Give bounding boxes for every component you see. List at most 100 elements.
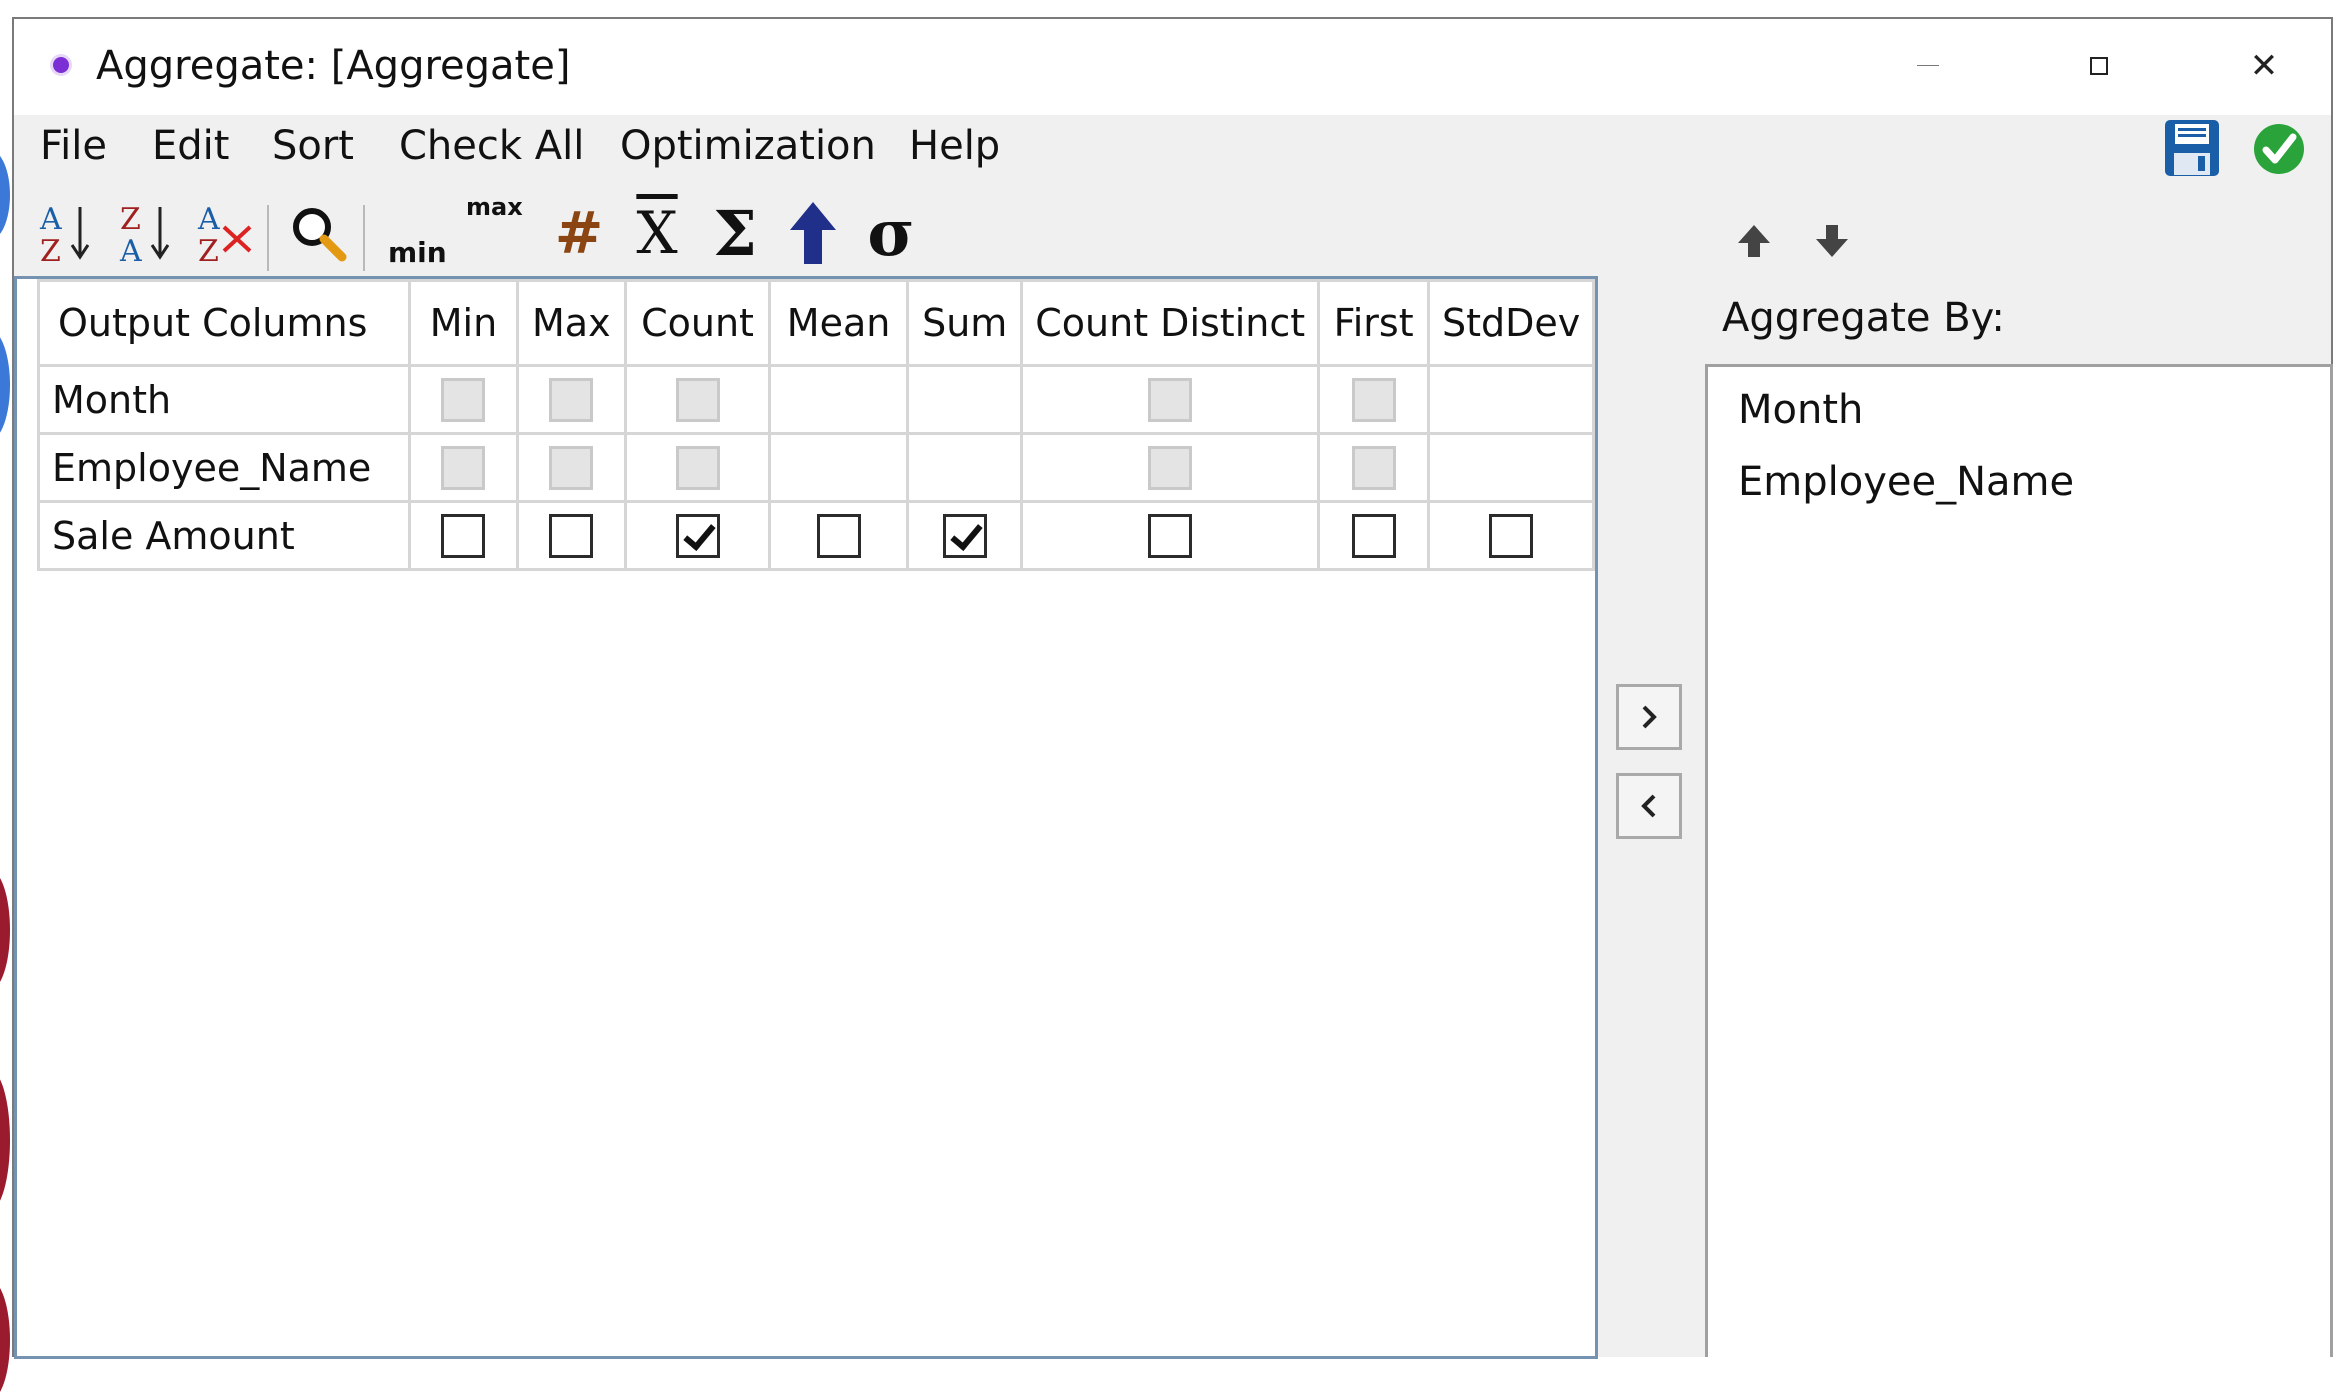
save-button[interactable] bbox=[2164, 119, 2220, 177]
cell-stddev bbox=[1427, 500, 1595, 571]
first-checkbox bbox=[1351, 377, 1396, 422]
mean-button[interactable]: X bbox=[622, 191, 692, 275]
cell-count bbox=[623, 500, 772, 571]
min-checkbox bbox=[441, 445, 486, 490]
header-first[interactable]: First bbox=[1317, 279, 1431, 367]
stddev-checkbox[interactable] bbox=[1489, 513, 1534, 558]
count-checkbox bbox=[675, 377, 720, 422]
sum-checkbox[interactable] bbox=[942, 513, 987, 558]
sum-button[interactable]: Σ bbox=[700, 191, 770, 275]
menu-help[interactable]: Help bbox=[909, 123, 1000, 169]
table-row[interactable]: Month bbox=[36, 364, 1595, 435]
first-checkbox bbox=[1351, 445, 1396, 490]
cell-min bbox=[408, 364, 519, 435]
x-bar-icon: X bbox=[636, 199, 678, 267]
search-button[interactable] bbox=[286, 191, 350, 275]
header-count-distinct[interactable]: Count Distinct bbox=[1020, 279, 1321, 367]
count-distinct-checkbox[interactable] bbox=[1148, 513, 1193, 558]
clear-sort-top: A bbox=[197, 202, 220, 237]
toolbar-separator bbox=[267, 205, 269, 271]
add-to-aggregate-by-button[interactable] bbox=[1616, 684, 1682, 750]
header-stddev[interactable]: StdDev bbox=[1427, 279, 1595, 367]
menu-bar: File Edit Sort Check All Optimization He… bbox=[14, 115, 2331, 175]
sort-az-top: A bbox=[39, 202, 62, 237]
sort-za-bottom: A bbox=[119, 234, 142, 265]
menu-sort[interactable]: Sort bbox=[272, 123, 354, 169]
aggregate-by-item-month[interactable]: Month bbox=[1738, 387, 1863, 433]
cell-mean bbox=[768, 364, 909, 435]
min-max-button[interactable]: min max bbox=[379, 191, 539, 275]
table-row[interactable]: Employee_Name bbox=[36, 432, 1595, 503]
green-check-icon bbox=[2254, 124, 2304, 174]
stddev-button[interactable]: σ bbox=[856, 191, 926, 275]
cell-count bbox=[623, 364, 772, 435]
remove-from-aggregate-by-button[interactable] bbox=[1616, 773, 1682, 839]
first-checkbox[interactable] bbox=[1351, 513, 1396, 558]
cell-mean bbox=[768, 500, 909, 571]
close-button[interactable]: ✕ bbox=[2219, 41, 2309, 91]
output-columns-grid: Output Columns Min Max Count Mean Sum Co… bbox=[14, 276, 1598, 1359]
cell-sum bbox=[905, 432, 1024, 503]
row-label: Employee_Name bbox=[36, 432, 412, 503]
sort-az-bottom: Z bbox=[40, 234, 61, 265]
sort-za-top: Z bbox=[120, 202, 141, 237]
min-checkbox[interactable] bbox=[441, 513, 486, 558]
maximize-button[interactable] bbox=[2054, 41, 2144, 91]
menu-optimization[interactable]: Optimization bbox=[620, 123, 876, 169]
menu-file[interactable]: File bbox=[40, 123, 107, 169]
move-up-button[interactable] bbox=[1732, 219, 1776, 263]
clear-sort-icon: A Z bbox=[197, 202, 252, 265]
sort-ascending-button[interactable]: A Z bbox=[34, 191, 98, 275]
row-label: Month bbox=[36, 364, 412, 435]
count-distinct-checkbox bbox=[1148, 377, 1193, 422]
aggregate-by-item-employee-name[interactable]: Employee_Name bbox=[1738, 459, 2074, 505]
chevron-left-icon bbox=[1641, 794, 1656, 818]
sigma-lower-icon: σ bbox=[867, 195, 915, 271]
sigma-icon: Σ bbox=[713, 196, 757, 270]
count-button[interactable]: # bbox=[544, 191, 614, 275]
cell-sum bbox=[905, 364, 1024, 435]
up-arrow-icon bbox=[790, 202, 836, 264]
arrow-down-icon bbox=[1816, 225, 1848, 257]
menu-check-all[interactable]: Check All bbox=[399, 123, 584, 169]
clear-sort-bottom: Z bbox=[198, 234, 219, 265]
sort-az-icon: A Z bbox=[39, 202, 90, 265]
header-sum[interactable]: Sum bbox=[905, 279, 1024, 367]
close-icon: ✕ bbox=[2249, 46, 2279, 86]
table-row[interactable]: Sale Amount bbox=[36, 500, 1595, 571]
hash-icon: # bbox=[554, 199, 604, 267]
app-icon bbox=[53, 57, 69, 73]
max-checkbox bbox=[549, 377, 594, 422]
cell-count-distinct bbox=[1020, 432, 1321, 503]
header-count[interactable]: Count bbox=[623, 279, 772, 367]
clear-sort-button[interactable]: A Z bbox=[192, 191, 256, 275]
header-min[interactable]: Min bbox=[408, 279, 519, 367]
menu-edit[interactable]: Edit bbox=[152, 123, 229, 169]
header-output-columns[interactable]: Output Columns bbox=[36, 279, 412, 367]
move-down-button[interactable] bbox=[1810, 219, 1854, 263]
first-button[interactable] bbox=[778, 191, 848, 275]
cell-sum bbox=[905, 500, 1024, 571]
row-label: Sale Amount bbox=[36, 500, 412, 571]
cell-first bbox=[1317, 432, 1431, 503]
grid-body: Month Employee_Name Sale Amount bbox=[36, 364, 1595, 571]
cell-max bbox=[515, 364, 627, 435]
max-checkbox[interactable] bbox=[549, 513, 594, 558]
aggregate-by-list[interactable]: Month Employee_Name bbox=[1705, 364, 2333, 1357]
window-title: Aggregate: [Aggregate] bbox=[96, 43, 571, 89]
header-mean[interactable]: Mean bbox=[768, 279, 909, 367]
cell-min bbox=[408, 432, 519, 503]
cell-max bbox=[515, 432, 627, 503]
cell-count-distinct bbox=[1020, 364, 1321, 435]
mean-checkbox[interactable] bbox=[816, 513, 861, 558]
minimize-button[interactable] bbox=[1884, 41, 1974, 91]
header-row: Output Columns Min Max Count Mean Sum Co… bbox=[36, 279, 1595, 367]
title-bar[interactable]: Aggregate: [Aggregate] ✕ bbox=[14, 19, 2331, 115]
count-checkbox[interactable] bbox=[675, 513, 720, 558]
toolbar: A Z Z A A Z min max # X Σ σ bbox=[14, 191, 1114, 281]
header-max[interactable]: Max bbox=[515, 279, 627, 367]
ok-button[interactable] bbox=[2252, 122, 2306, 176]
max-checkbox bbox=[549, 445, 594, 490]
sort-descending-button[interactable]: Z A bbox=[114, 191, 178, 275]
sort-za-icon: Z A bbox=[119, 202, 170, 265]
